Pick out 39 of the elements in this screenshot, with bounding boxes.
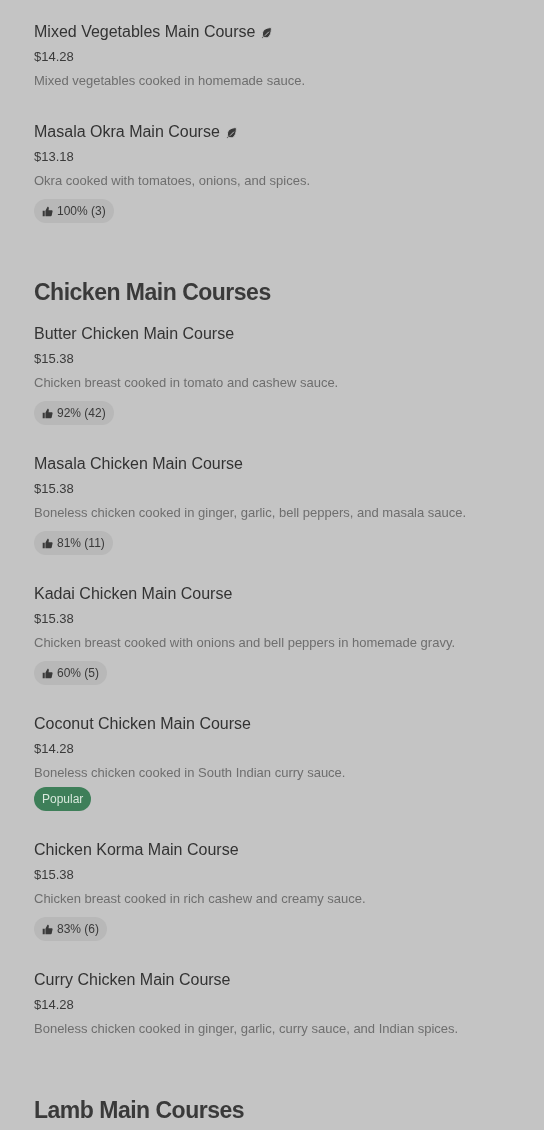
thumbs-up-icon	[42, 407, 53, 419]
dish-name[interactable]: Kadai Chicken Main Course	[34, 582, 233, 606]
dish-description: Mixed vegetables cooked in homemade sauce.	[34, 72, 306, 90]
dish-price: $14.28	[34, 48, 75, 66]
dish-price: $15.38	[34, 866, 75, 884]
dish-description: Okra cooked with tomatoes, onions, and spices.	[34, 172, 312, 190]
dish-price: $14.28	[34, 740, 75, 758]
thumbs-up-icon	[42, 205, 53, 217]
rating-badge: 60% (5)	[34, 661, 108, 685]
section-heading: Chicken Main Courses	[34, 278, 272, 307]
dish-description: Boneless chicken cooked in South Indian curry sauce.	[34, 764, 347, 782]
dish-price: $14.28	[34, 996, 75, 1014]
dish-description: Boneless chicken cooked in ginger, garlic, curry sauce, and Indian spices.	[34, 1020, 460, 1038]
rating-badge: 92% (42)	[34, 401, 114, 425]
rating-badge: 83% (6)	[34, 917, 108, 941]
dish-name[interactable]: Masala Chicken Main Course	[34, 452, 243, 476]
dish-name[interactable]: Chicken Korma Main Course	[34, 838, 239, 862]
popular-badge: Popular	[34, 787, 92, 811]
rating-badge: 100% (3)	[34, 199, 114, 223]
dish-price: $15.38	[34, 610, 75, 628]
dish-price: $15.38	[34, 350, 75, 368]
section-heading: Lamb Main Courses	[34, 1096, 246, 1125]
dish-description: Chicken breast cooked in rich cashew and creamy sauce.	[34, 890, 367, 908]
dish-description: Chicken breast cooked with onions and bell peppers in homemade gravy.	[34, 634, 457, 652]
dish-name[interactable]: Mixed Vegetables Main Course	[34, 20, 256, 44]
thumbs-up-icon	[42, 667, 53, 679]
dish-name[interactable]: Curry Chicken Main Course	[34, 968, 231, 992]
dish-description: Chicken breast cooked in tomato and cashew sauce.	[34, 374, 340, 392]
dish-name[interactable]: Butter Chicken Main Course	[34, 322, 235, 346]
rating-badge: 81% (11)	[34, 531, 113, 555]
thumbs-up-icon	[42, 923, 53, 935]
leaf-icon	[260, 25, 274, 39]
thumbs-up-icon	[42, 537, 53, 549]
dish-price: $15.38	[34, 480, 75, 498]
leaf-icon	[224, 125, 238, 139]
dish-name[interactable]: Coconut Chicken Main Course	[34, 712, 251, 736]
dish-description: Boneless chicken cooked in ginger, garlic, bell peppers, and masala sauce.	[34, 504, 468, 522]
dish-name[interactable]: Masala Okra Main Course	[34, 120, 220, 144]
dish-price: $13.18	[34, 148, 75, 166]
